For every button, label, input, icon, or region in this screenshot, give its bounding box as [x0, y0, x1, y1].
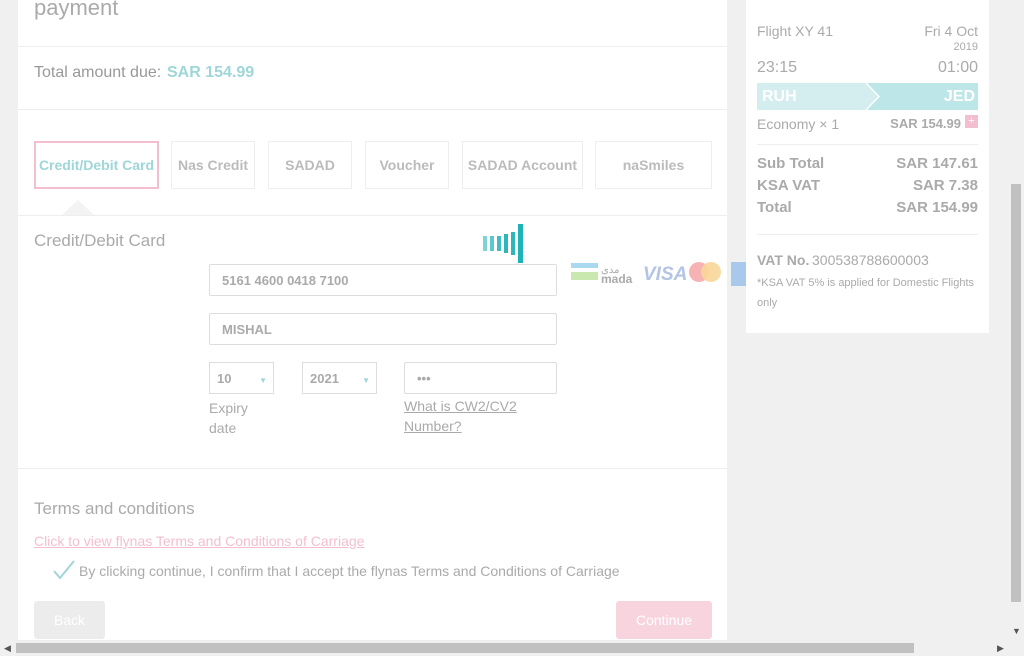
cvv-help-line1: What is CW2/CV2: [404, 398, 517, 414]
subtotal-value: SAR 147.61: [896, 155, 978, 172]
payment-panel: payment Total amount due: SAR 154.99 Cre…: [18, 0, 727, 645]
active-tab-pointer: [62, 200, 94, 215]
vertical-scroll-thumb[interactable]: [1011, 184, 1021, 602]
tab-voucher[interactable]: Voucher: [365, 141, 449, 189]
vat-label: KSA VAT: [757, 177, 821, 194]
chevron-down-icon: ▼: [259, 376, 267, 385]
tab-nasmiles[interactable]: naSmiles: [595, 141, 712, 189]
vat-number-label: VAT No.: [757, 252, 810, 268]
expiry-label: Expiry date: [209, 398, 248, 438]
chevron-down-icon: ▼: [362, 376, 370, 385]
vat-number-value: 300538788600003: [812, 252, 929, 268]
cvv-help-link[interactable]: What is CW2/CV2 Number?: [404, 396, 517, 436]
divider: [18, 109, 727, 110]
grand-total-value: SAR 154.99: [896, 199, 978, 216]
visa-logo: VISA: [643, 264, 687, 285]
scroll-down-arrow-icon[interactable]: ▼: [1012, 626, 1021, 636]
total-amount-value: SAR 154.99: [167, 64, 255, 81]
flight-date: Fri 4 Oct: [924, 23, 978, 39]
arrival-time: 01:00: [937, 59, 978, 76]
expand-plus-icon[interactable]: +: [965, 115, 978, 128]
tab-nas-credit[interactable]: Nas Credit: [171, 141, 255, 189]
scroll-left-arrow-icon[interactable]: ◀: [4, 643, 11, 654]
vat-note-line1: *KSA VAT 5% is applied for Domestic Flig…: [757, 277, 975, 289]
vat-note: *KSA VAT 5% is applied for Domestic Flig…: [757, 273, 982, 313]
departure-time: 23:15: [757, 59, 798, 76]
card-brand-logos: مدى mada VISA: [571, 260, 761, 290]
horizontal-scroll-thumb[interactable]: [16, 643, 914, 653]
expiry-month-select[interactable]: 10 ▼: [209, 362, 274, 394]
vat-note-line2: only: [757, 297, 778, 309]
expiry-month-value: 10: [217, 370, 232, 386]
tab-sadad[interactable]: SADAD: [268, 141, 352, 189]
booking-summary: Flight XY 41 Fri 4 Oct 2019 23:15 01:00 …: [746, 0, 989, 333]
expiry-year-value: 2021: [310, 370, 339, 386]
expiry-label-line2: date: [209, 420, 237, 436]
cvv-help-line2: Number?: [404, 418, 462, 434]
card-section-title: Credit/Debit Card: [34, 231, 166, 250]
checkmark-icon: [53, 560, 75, 580]
terms-checkbox[interactable]: [52, 558, 76, 587]
subtotal-label: Sub Total: [757, 155, 825, 172]
cvv-input[interactable]: •••: [404, 362, 557, 394]
grand-total-label: Total: [757, 199, 792, 216]
page-heading: payment: [34, 0, 119, 20]
flight-year: 2019: [953, 41, 978, 53]
origin-code: RUH: [762, 88, 797, 105]
mada-logo: مدى mada: [571, 263, 633, 286]
destination-code: JED: [943, 88, 975, 105]
divider: [18, 468, 727, 469]
vat-value: SAR 7.38: [912, 177, 978, 194]
cardholder-name-input[interactable]: MISHAL: [209, 313, 557, 345]
divider: [757, 144, 978, 145]
tab-credit-debit-card[interactable]: Credit/Debit Card: [34, 141, 159, 189]
total-amount-label: Total amount due:: [34, 64, 162, 81]
back-button[interactable]: Back: [34, 601, 105, 639]
fare-price: SAR 154.99: [890, 116, 961, 131]
terms-link[interactable]: Click to view flynas Terms and Condition…: [34, 533, 364, 549]
divider: [757, 234, 978, 235]
divider: [18, 46, 727, 47]
expiry-label-line1: Expiry: [209, 400, 248, 416]
mastercard-logo: [689, 262, 721, 282]
loading-spinner: [482, 224, 526, 269]
fare-class: Economy × 1: [757, 116, 840, 132]
tab-sadad-account[interactable]: SADAD Account: [462, 141, 583, 189]
expiry-year-select[interactable]: 2021 ▼: [302, 362, 377, 394]
continue-button[interactable]: Continue: [616, 601, 712, 639]
scroll-right-arrow-icon[interactable]: ▶: [997, 643, 1004, 654]
svg-text:mada: mada: [601, 272, 633, 286]
flight-number: Flight XY 41: [757, 23, 834, 39]
terms-checkbox-label: By clicking continue, I confirm that I a…: [79, 563, 620, 579]
divider: [18, 215, 727, 216]
terms-title: Terms and conditions: [34, 499, 195, 518]
